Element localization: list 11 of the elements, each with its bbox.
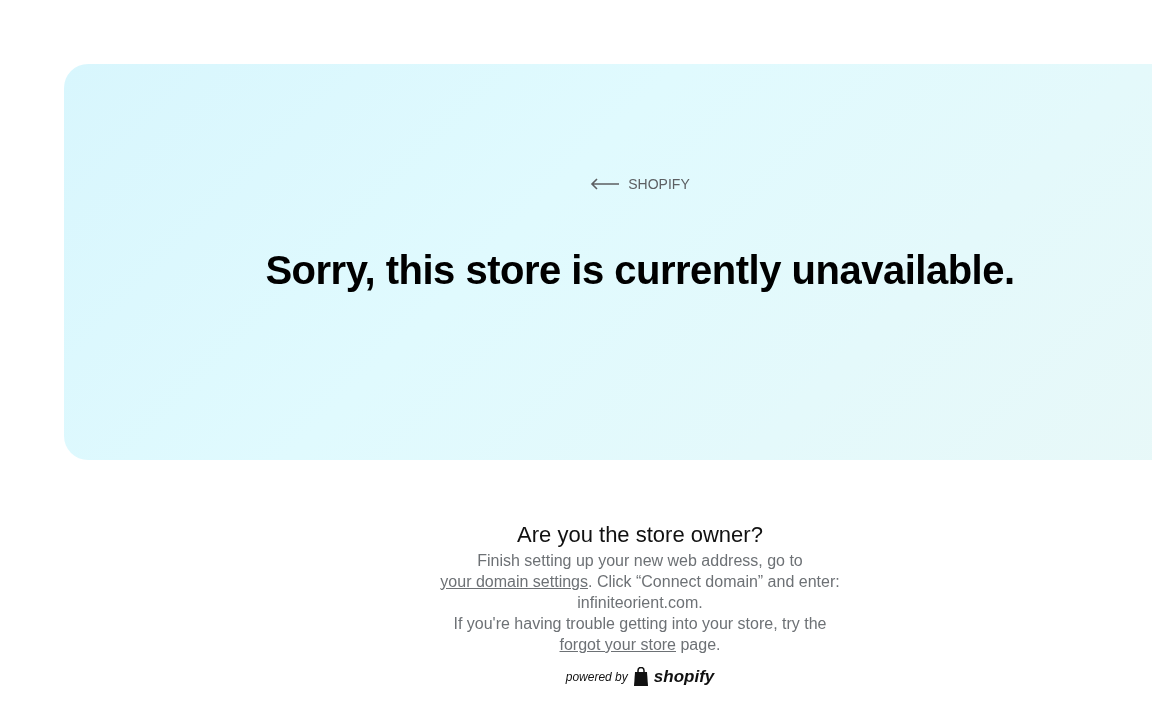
help-link[interactable]: your domain settings — [440, 573, 588, 590]
powered-by-text: powered by — [565, 670, 628, 684]
help-paragraph: If you're having trouble getting into your store, try the forgot your store page. — [452, 614, 828, 655]
help-paragraph: Finish setting up your new web address, go to your domain settings. Click “Connect domain” and enter: infiniteorient.com. — [439, 551, 841, 613]
back-link[interactable]: SHOPIFY — [590, 176, 690, 192]
help-link[interactable]: forgot your store — [559, 636, 676, 653]
section-heading: Are you the store owner? — [517, 522, 763, 548]
shopping-bag-icon — [632, 667, 649, 687]
brand-name: shopify — [653, 667, 715, 687]
left-arrow-icon — [590, 178, 621, 190]
page-heading: Sorry, this store is currently unavailable. — [265, 248, 1015, 293]
